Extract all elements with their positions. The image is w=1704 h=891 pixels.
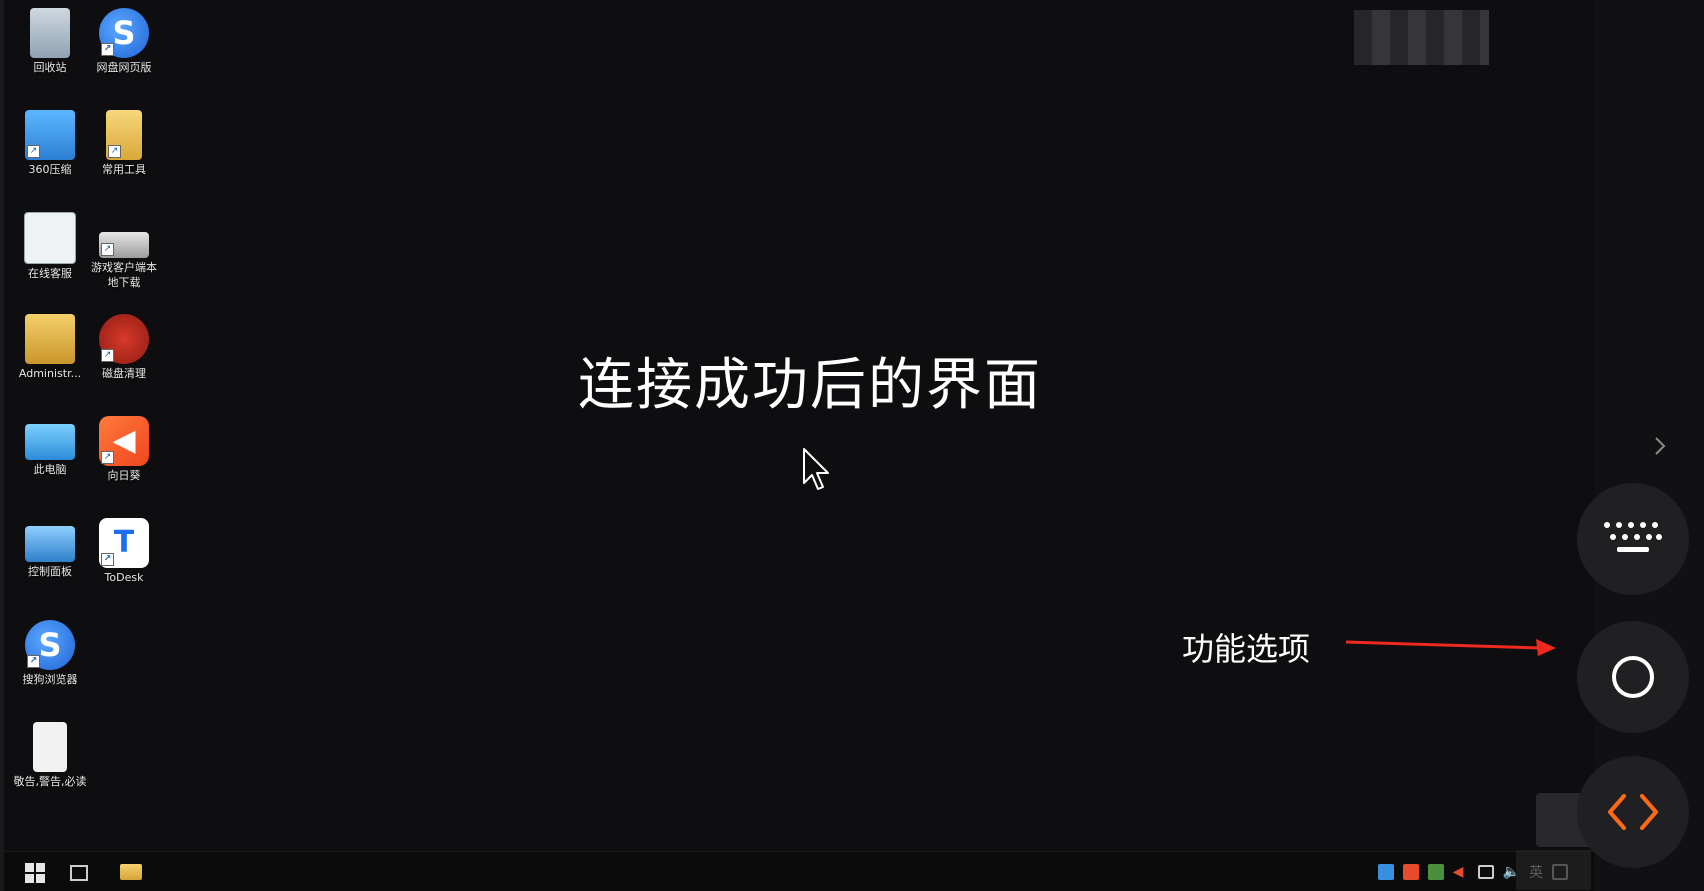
- taskbar: ◀ 🔈 英: [4, 851, 1598, 891]
- keyboard-button[interactable]: [1577, 483, 1689, 595]
- mouse-pointer-icon: [803, 448, 829, 490]
- desktop-icon-game-download[interactable]: ↗ 游戏客户端本地下载: [86, 210, 162, 304]
- task-view-icon[interactable]: [70, 865, 88, 881]
- desktop-icon-label: 网盘网页版: [96, 61, 152, 74]
- text-document-icon: [33, 722, 67, 772]
- desktop-icon-netdisk[interactable]: S ↗ 网盘网页版: [86, 6, 162, 100]
- desktop-icon-label: 敬告,警告,必读: [13, 775, 87, 788]
- toolbar-toggle-button[interactable]: [1577, 756, 1689, 868]
- caret-left-tray-icon[interactable]: ◀: [1453, 864, 1469, 880]
- desktop-icon-label: 回收站: [33, 61, 67, 74]
- function-options-annotation: 功能选项: [1182, 630, 1311, 668]
- red-arrow-icon: [1345, 639, 1556, 656]
- desktop-icon-label: ToDesk: [104, 571, 144, 584]
- remote-desktop: 回收站 S ↗ 网盘网页版 ↗ 360压缩 ↗ 常用工具 在线客服 ↗ 游戏客户端…: [0, 0, 1598, 891]
- code-brackets-icon: [1608, 794, 1658, 830]
- this-pc-icon: [25, 424, 75, 460]
- file-explorer-icon[interactable]: [120, 864, 142, 880]
- desktop-icon-tools[interactable]: ↗ 常用工具: [86, 108, 162, 202]
- circle-icon: [1612, 656, 1654, 698]
- desktop-icon-sogou-browser[interactable]: S ↗ 搜狗浏览器: [12, 618, 88, 712]
- connection-success-title: 连接成功后的界面: [2, 340, 1596, 421]
- blurred-clock: [1516, 850, 1591, 890]
- sogou-s-icon: S ↗: [99, 8, 149, 58]
- desktop-icon-label: 搜狗浏览器: [22, 673, 78, 686]
- desktop-icon-label: 360压缩: [28, 163, 72, 176]
- blurred-avatar: [1354, 10, 1489, 65]
- network-icon[interactable]: [1477, 865, 1494, 879]
- desktop-icon-label: 控制面板: [28, 565, 72, 578]
- sogou-browser-icon: S ↗: [25, 620, 75, 670]
- desktop-icon-this-pc[interactable]: 此电脑: [12, 414, 88, 508]
- function-options-button[interactable]: [1577, 621, 1689, 733]
- desktop-icon-recycle-bin[interactable]: 回收站: [12, 6, 88, 100]
- chevron-right-icon[interactable]: [1652, 434, 1668, 458]
- desktop-icon-service[interactable]: 在线客服: [12, 210, 88, 304]
- keyboard-icon: [1604, 522, 1662, 552]
- sunflower-icon: ◀ ↗: [99, 416, 149, 466]
- nvidia-tray-icon[interactable]: [1427, 864, 1444, 880]
- title-text: 连接成功后的界面: [578, 353, 1042, 418]
- desktop-icon-label: 向日葵: [107, 469, 141, 482]
- todesk-tray-icon[interactable]: [1377, 864, 1394, 880]
- control-panel-icon: [25, 526, 75, 562]
- desktop-icon-label: 游戏客户端本地下载: [91, 261, 157, 289]
- desktop-icon-360zip[interactable]: ↗ 360压缩: [12, 108, 88, 202]
- desktop-icon-sunflower[interactable]: ◀ ↗ 向日葵: [86, 414, 162, 508]
- sunflower-tray-icon[interactable]: [1402, 864, 1419, 880]
- desktop-icon-label: 此电脑: [33, 463, 67, 476]
- folder-icon: ↗: [106, 110, 142, 160]
- drive-icon: ↗: [99, 232, 149, 258]
- todesk-icon: T ↗: [99, 518, 149, 568]
- desktop-icon-label: 在线客服: [28, 267, 72, 280]
- desktop-icon-control-panel[interactable]: 控制面板: [12, 516, 88, 610]
- zip-archive-icon: ↗: [25, 110, 75, 160]
- desktop-icon-todesk[interactable]: T ↗ ToDesk: [86, 516, 162, 610]
- recycle-bin-icon: [30, 8, 70, 58]
- desktop-icon-notice-doc[interactable]: 敬告,警告,必读: [12, 720, 88, 814]
- desktop-icon-label: 常用工具: [102, 163, 146, 176]
- windows-start-icon[interactable]: [24, 860, 46, 883]
- customer-service-icon: [24, 212, 76, 264]
